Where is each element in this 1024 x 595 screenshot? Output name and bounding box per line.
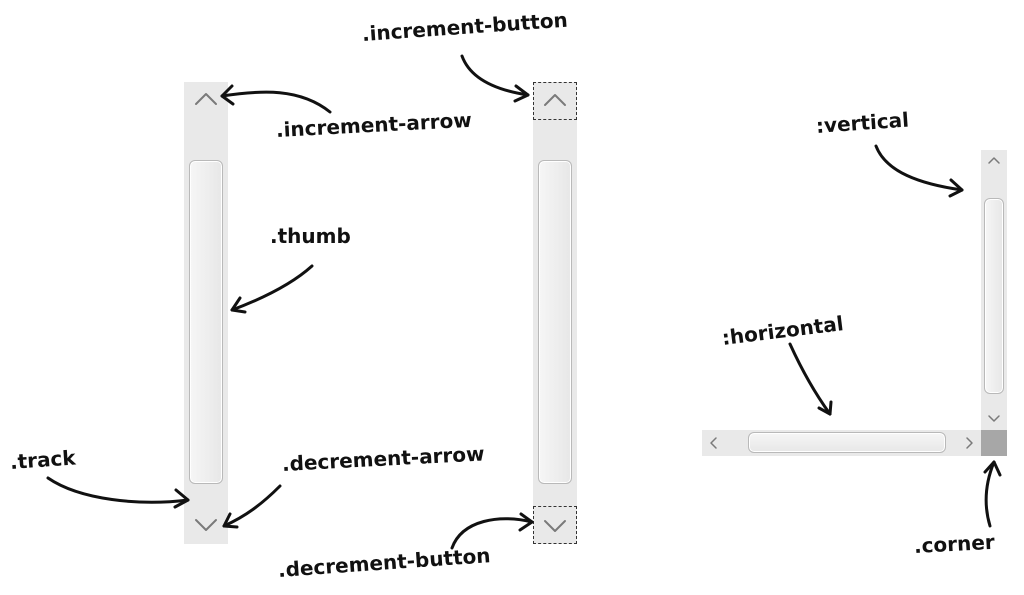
annotation-arrows <box>46 54 1002 550</box>
decrement-button-pointer <box>450 517 534 550</box>
decrement-arrow-pointer <box>222 484 282 528</box>
track-pointer <box>46 476 190 504</box>
corner-pointer <box>984 460 996 528</box>
thumb-pointer <box>230 264 314 312</box>
label-corner: .corner <box>913 529 996 558</box>
label-track: .track <box>9 445 77 474</box>
increment-arrow-pointer <box>220 90 332 114</box>
vertical-pointer <box>874 144 964 192</box>
label-thumb: .thumb <box>270 224 351 248</box>
horizontal-pointer <box>788 342 832 416</box>
